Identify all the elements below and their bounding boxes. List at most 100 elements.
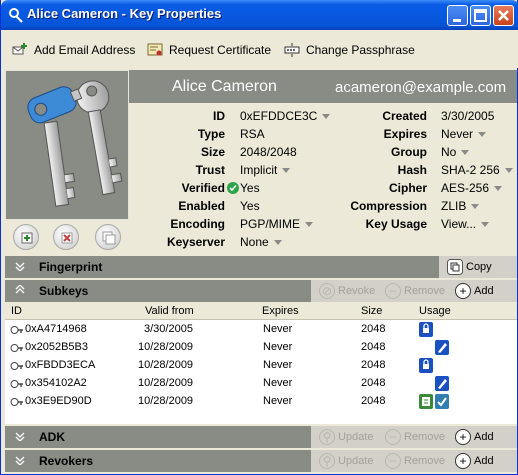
column-usage[interactable]: Usage [419,305,451,317]
field-label-keyserver: Keyserver [166,235,225,249]
field-value-keyserver[interactable]: None [240,235,282,249]
key-owner-email: acameron@example.com [335,79,507,96]
field-value-group[interactable]: No [441,145,470,159]
table-header: ID Valid from Expires Size Usage [5,304,517,320]
revokers-section[interactable]: Revokers ⚲ Update − Remove + Add [5,450,517,472]
remove-label: Remove [404,455,445,467]
column-id[interactable]: ID [11,305,22,317]
add-label: Add [474,285,494,297]
subkey-valid-from: 3/30/2005 [144,323,193,335]
remove-label: Remove [404,431,445,443]
chevron-down-icon [504,168,513,174]
key-photo[interactable] [5,70,129,220]
toolbar: Add Email Address Request Certificate Ch… [2,30,518,68]
field-label-created: Created [382,109,427,123]
add-photo-button[interactable] [13,224,39,250]
subkey-valid-from: 10/28/2009 [138,377,194,389]
search-icon: ⚲ [319,453,335,469]
key-details: ID 0xEFDDCE3C Type RSA Size 2048/2048 Tr… [129,103,517,253]
update-adk-button[interactable]: ⚲ Update [319,429,373,445]
field-value-enabled: Yes [240,199,260,213]
key-icon [10,344,23,352]
minus-icon: − [385,429,401,445]
add-adk-button[interactable]: + Add [455,429,494,445]
maximize-icon [474,9,487,22]
field-label-cipher: Cipher [388,181,427,195]
maximize-button[interactable] [470,5,491,26]
table-row[interactable]: 0xFBDD3ECA 10/28/2009 Never 2048 [5,357,517,375]
update-revokers-button[interactable]: ⚲ Update [319,453,373,469]
request-certificate-button[interactable]: Request Certificate [147,40,271,60]
table-row[interactable]: 0x354102A2 10/28/2009 Never 2048 [5,375,517,393]
key-icon [10,380,23,388]
subkey-expires: Never [263,377,293,389]
keys-icon [27,80,123,207]
table-row[interactable]: 0x3E9ED90D 10/28/2009 Never 2048 [5,393,517,411]
field-label-compression: Compression [350,199,427,213]
field-value-compression[interactable]: ZLIB [441,199,480,213]
column-expires[interactable]: Expires [262,305,299,317]
minimize-button[interactable] [447,5,468,26]
sign-icon [435,376,449,391]
field-value-encoding[interactable]: PGP/MIME [240,217,314,231]
field-value-hash[interactable]: SHA-2 256 [441,163,513,177]
pgp-key-icon [8,7,24,23]
subkey-valid-from: 10/28/2009 [138,359,194,371]
subkey-expires: Never [263,395,293,407]
add-email-button[interactable]: Add Email Address [12,40,135,60]
remove-subkey-button[interactable]: − Remove [385,283,445,299]
add-revoker-button[interactable]: + Add [455,453,494,469]
copy-photo-button[interactable] [95,224,121,250]
update-label: Update [338,455,374,467]
field-value-created: 3/30/2005 [441,109,495,123]
copy-photo-icon [102,231,116,245]
field-value-cipher[interactable]: AES-256 [441,181,503,195]
photo-buttons [5,222,129,252]
certificate-icon [147,43,163,56]
close-button[interactable] [493,5,514,26]
revoke-subkey-button[interactable]: ⊘ Revoke [319,283,375,299]
add-email-icon [12,43,27,55]
add-photo-icon [21,232,33,244]
chevron-right-icon [15,456,25,465]
subkey-valid-from: 10/28/2009 [138,341,194,353]
column-size[interactable]: Size [361,305,382,317]
remove-photo-button[interactable] [53,224,79,250]
key-icon [10,326,23,334]
key-icon [10,362,23,370]
encrypt-icon [419,322,433,337]
field-label-verified: Verified [181,181,225,195]
change-passphrase-button[interactable]: Change Passphrase [284,40,415,60]
remove-photo-icon [61,232,73,244]
add-subkey-button[interactable]: + Add [455,283,494,299]
encrypt-icon [419,358,433,373]
remove-revoker-button[interactable]: − Remove [385,453,445,469]
minus-icon: − [385,453,401,469]
passphrase-icon [284,43,300,57]
table-row[interactable]: 0xA4714968 3/30/2005 Never 2048 [5,321,517,339]
key-owner-name: Alice Cameron [172,78,277,95]
chevron-down-icon [273,240,282,246]
remove-adk-button[interactable]: − Remove [385,429,445,445]
table-row[interactable]: 0x2052B5B3 10/28/2009 Never 2048 [5,339,517,357]
subkey-expires: Never [263,359,293,371]
title-bar[interactable]: Alice Cameron - Key Properties [1,0,518,30]
field-value-trust[interactable]: Implicit [240,163,291,177]
field-label-size: Size [200,145,225,159]
field-value-key-usage[interactable]: View... [441,217,490,231]
subkeys-section[interactable]: Subkeys ⊘ Revoke − Remove + Add [5,280,517,302]
field-label-enabled: Enabled [178,199,225,213]
column-valid-from[interactable]: Valid from [145,305,194,317]
copy-fingerprint-button[interactable]: Copy [447,259,492,275]
subkey-id: 0xA4714968 [25,323,87,335]
field-value-expires[interactable]: Never [441,127,487,141]
subkeys-actions: ⊘ Revoke − Remove + Add [311,280,517,302]
adk-section[interactable]: ADK ⚲ Update − Remove + Add [5,426,517,448]
plus-icon: + [455,453,471,469]
fingerprint-actions: Copy [439,256,517,278]
field-value-type: RSA [240,127,265,141]
fingerprint-section[interactable]: Fingerprint Copy [5,256,517,278]
field-value-id[interactable]: 0xEFDDCE3C [240,109,331,123]
chevron-up-icon [15,285,25,294]
add-email-label: Add Email Address [34,43,136,57]
